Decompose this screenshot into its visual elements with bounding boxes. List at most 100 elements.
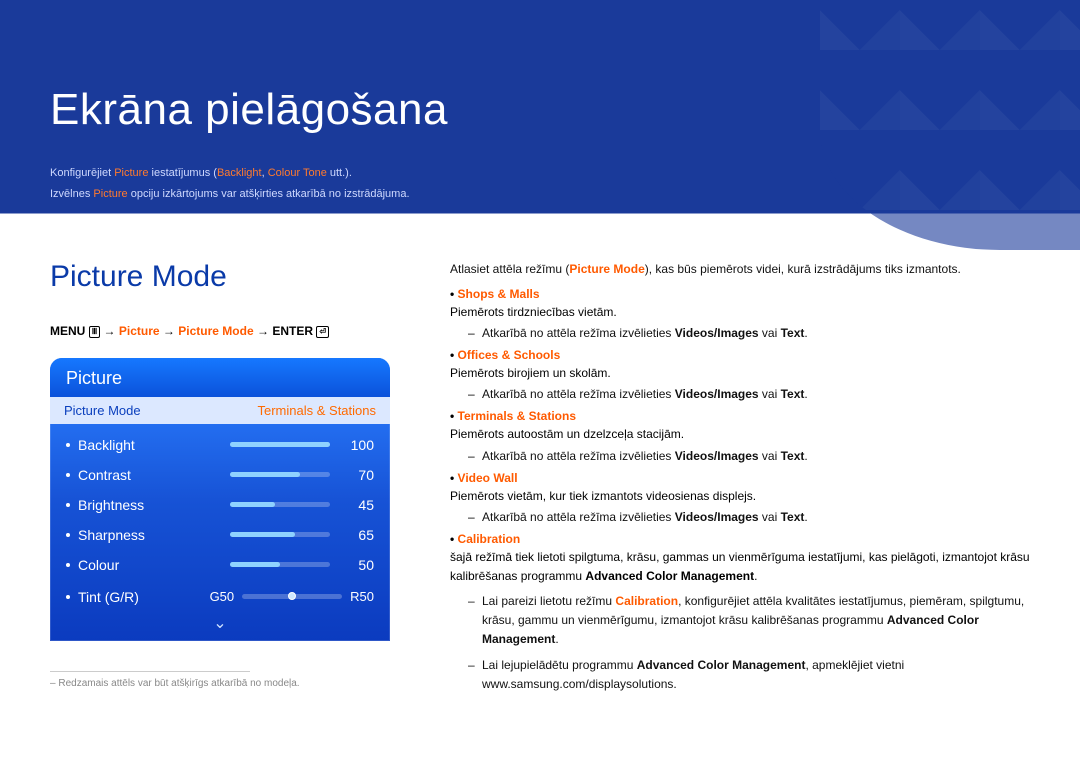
mode-item: Terminals & Stations Piemērots autoostām … bbox=[450, 409, 1030, 462]
hl: Picture bbox=[93, 188, 127, 200]
osd-row-value: Terminals & Stations bbox=[258, 403, 377, 418]
mode-desc: Piemērots birojiem un skolām. bbox=[450, 364, 1030, 383]
t: utt.). bbox=[327, 167, 352, 179]
hl: Calibration bbox=[615, 594, 678, 608]
slider-label: Backlight bbox=[78, 437, 230, 453]
menu-icon: Ⅲ bbox=[89, 326, 101, 338]
columns: Picture Mode MENU Ⅲ → Picture → Picture … bbox=[50, 260, 1030, 694]
footnote-rule bbox=[50, 671, 250, 672]
menu-path: MENU Ⅲ → Picture → Picture Mode → ENTER … bbox=[50, 324, 410, 338]
content-area: Ekrāna pielāgošana Konfigurējiet Picture… bbox=[50, 85, 1030, 694]
slider-value: 65 bbox=[340, 527, 374, 543]
t: Lai pareizi lietotu režīmu bbox=[482, 594, 615, 608]
slider-label: Brightness bbox=[78, 497, 230, 513]
menu-label: MENU bbox=[50, 324, 85, 338]
bullet-icon bbox=[66, 443, 70, 447]
osd-slider-row[interactable]: Sharpness 65 bbox=[64, 520, 376, 550]
tint-right: R50 bbox=[350, 589, 374, 604]
mode-sub: Lai pareizi lietotu režīmu Calibration, … bbox=[468, 592, 1030, 650]
osd-panel: Picture Picture Mode Terminals & Station… bbox=[50, 358, 390, 641]
path-seg: Picture bbox=[119, 324, 160, 338]
intro-text: Konfigurējiet Picture iestatījumus (Back… bbox=[50, 163, 1030, 205]
t: opciju izkārtojums var atšķirties atkarī… bbox=[128, 188, 410, 200]
right-column: Atlasiet attēla režīmu (Picture Mode), k… bbox=[450, 260, 1030, 694]
mode-item: Offices & Schools Piemērots birojiem un s… bbox=[450, 348, 1030, 401]
osd-selected-row[interactable]: Picture Mode Terminals & Stations bbox=[50, 397, 390, 424]
bullet-icon bbox=[66, 533, 70, 537]
mode-sub: Atkarībā no attēla režīma izvēlieties Vi… bbox=[468, 449, 1030, 463]
t: Konfigurējiet bbox=[50, 167, 114, 179]
t: . bbox=[754, 569, 757, 583]
osd-row-label: Picture Mode bbox=[64, 403, 141, 418]
osd-title: Picture bbox=[50, 358, 390, 397]
mode-title: Shops & Malls bbox=[450, 287, 540, 301]
slider-label: Colour bbox=[78, 557, 230, 573]
mode-desc: Piemērots autoostām un dzelzceļa stacijā… bbox=[450, 425, 1030, 444]
slider-fill bbox=[230, 562, 280, 567]
hl: Backlight bbox=[217, 167, 262, 179]
mode-desc: Piemērots tirdzniecības vietām. bbox=[450, 303, 1030, 322]
t: iestatījumus ( bbox=[148, 167, 216, 179]
arrow-icon: → bbox=[163, 324, 175, 338]
t: . bbox=[555, 632, 558, 646]
page-title: Ekrāna pielāgošana bbox=[50, 85, 1030, 135]
path-seg: Picture Mode bbox=[178, 324, 253, 338]
bullet-icon bbox=[66, 563, 70, 567]
tint-left: G50 bbox=[210, 589, 235, 604]
footnote: – Redzamais attēls var būt atšķirīgs atk… bbox=[50, 678, 410, 689]
hl: Picture Mode bbox=[569, 262, 644, 276]
slider-fill bbox=[230, 442, 330, 447]
slider-label: Contrast bbox=[78, 467, 230, 483]
slider-fill bbox=[230, 502, 275, 507]
slider-track[interactable] bbox=[230, 502, 330, 507]
b: Advanced Color Management bbox=[585, 569, 754, 583]
osd-more-icon[interactable]: ⌄ bbox=[50, 609, 390, 641]
slider-track[interactable] bbox=[230, 472, 330, 477]
osd-slider-row[interactable]: Contrast 70 bbox=[64, 460, 376, 490]
tint-label: Tint (G/R) bbox=[78, 589, 210, 605]
mode-desc: šajā režīmā tiek lietoti spilgtuma, krās… bbox=[450, 548, 1030, 586]
osd-slider-list: Backlight100Contrast70Brightness45Sharpn… bbox=[50, 424, 390, 582]
t: Lai lejupielādētu programmu bbox=[482, 658, 637, 672]
bullet-icon bbox=[66, 473, 70, 477]
mode-title: Video Wall bbox=[450, 471, 518, 485]
mode-item: Shops & Malls Piemērots tirdzniecības vie… bbox=[450, 287, 1030, 340]
osd-slider-row[interactable]: Backlight 100 bbox=[64, 430, 376, 460]
mode-sub: Lai lejupielādētu programmu Advanced Col… bbox=[468, 656, 1030, 694]
osd-slider-row[interactable]: Colour 50 bbox=[64, 550, 376, 580]
slider-track[interactable] bbox=[230, 442, 330, 447]
bullet-icon bbox=[66, 595, 70, 599]
section-title: Picture Mode bbox=[50, 260, 410, 294]
bullet-icon bbox=[66, 503, 70, 507]
slider-value: 50 bbox=[340, 557, 374, 573]
t: Atlasiet attēla režīmu ( bbox=[450, 262, 569, 276]
mode-title: Offices & Schools bbox=[450, 348, 560, 362]
t: ), kas būs piemērots videi, kurā izstrād… bbox=[645, 262, 961, 276]
mode-title: Calibration bbox=[450, 532, 520, 546]
osd-tint-row[interactable]: Tint (G/R) G50 R50 bbox=[50, 582, 390, 609]
slider-label: Sharpness bbox=[78, 527, 230, 543]
mode-title: Terminals & Stations bbox=[450, 409, 576, 423]
enter-icon: ⏎ bbox=[316, 326, 329, 338]
enter-label: ENTER bbox=[272, 324, 313, 338]
calibration-block: Calibration šajā režīmā tiek lietoti spi… bbox=[450, 532, 1030, 694]
mode-sub: Atkarībā no attēla režīma izvēlieties Vi… bbox=[468, 326, 1030, 340]
mode-desc: Piemērots vietām, kur tiek izmantots vid… bbox=[450, 487, 1030, 506]
mode-sub: Atkarībā no attēla režīma izvēlieties Vi… bbox=[468, 387, 1030, 401]
mode-sub: Atkarībā no attēla režīma izvēlieties Vi… bbox=[468, 510, 1030, 524]
tint-knob[interactable] bbox=[288, 592, 296, 600]
footnote-text: Redzamais attēls var būt atšķirīgs atkar… bbox=[58, 678, 299, 689]
slider-value: 70 bbox=[340, 467, 374, 483]
mode-item: Video Wall Piemērots vietām, kur tiek izm… bbox=[450, 471, 1030, 524]
page: Ekrāna pielāgošana Konfigurējiet Picture… bbox=[0, 0, 1080, 763]
arrow-icon: → bbox=[257, 324, 269, 338]
b: Advanced Color Management bbox=[637, 658, 806, 672]
modes-list: Shops & Malls Piemērots tirdzniecības vie… bbox=[450, 287, 1030, 524]
slider-track[interactable] bbox=[230, 562, 330, 567]
slider-track[interactable] bbox=[230, 532, 330, 537]
slider-fill bbox=[230, 532, 295, 537]
slider-fill bbox=[230, 472, 300, 477]
slider-value: 100 bbox=[340, 437, 374, 453]
tint-slider[interactable] bbox=[242, 594, 342, 599]
osd-slider-row[interactable]: Brightness45 bbox=[64, 490, 376, 520]
